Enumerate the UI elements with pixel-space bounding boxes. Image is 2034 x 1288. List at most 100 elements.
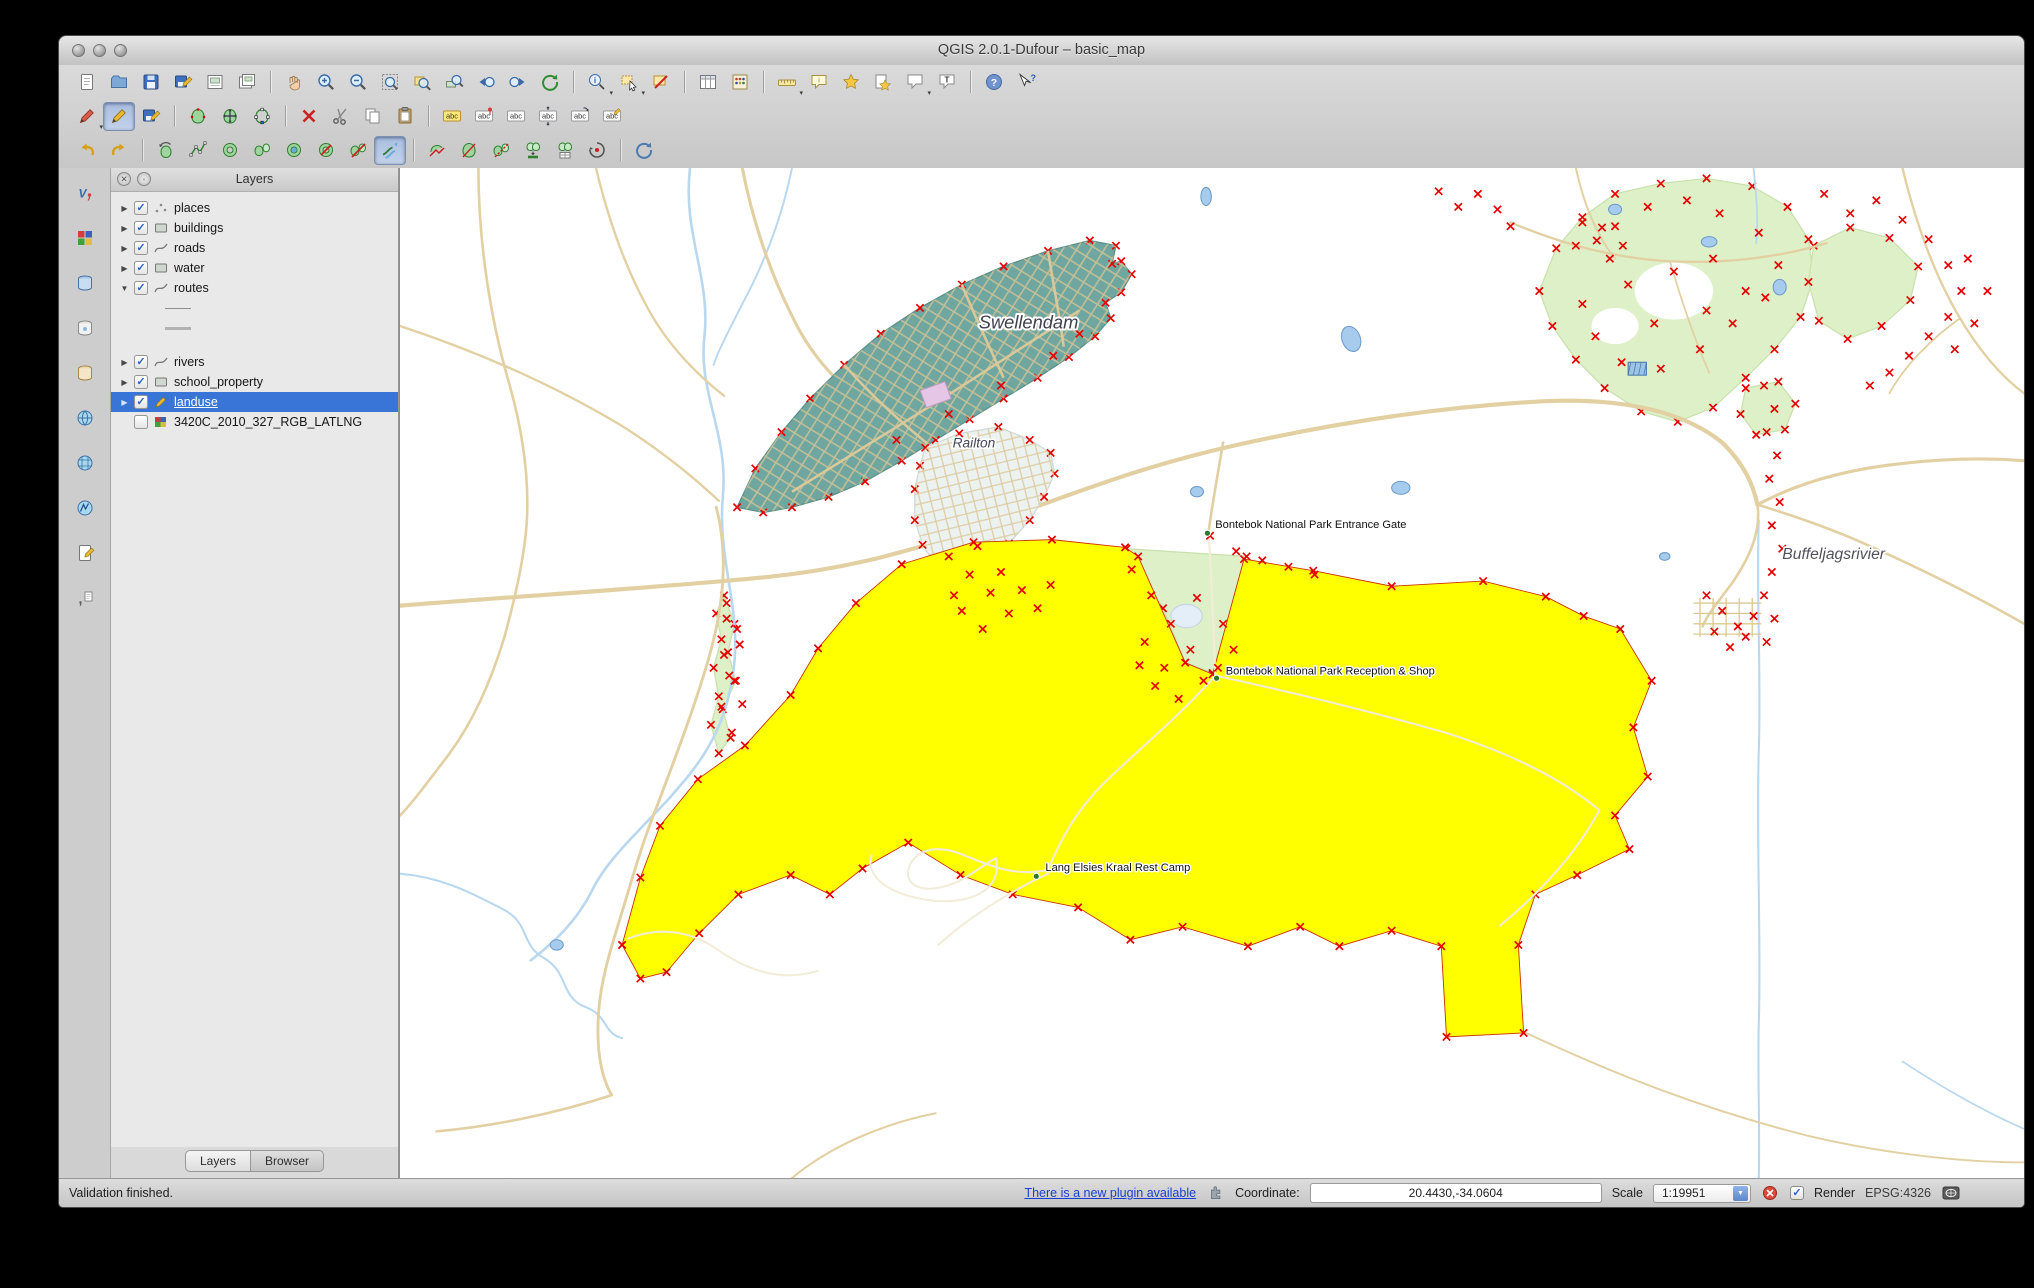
map-tips-button[interactable]: i	[803, 68, 835, 97]
twisty-icon[interactable]: ▶	[119, 398, 130, 407]
layer-checkbox[interactable]: ✓	[134, 395, 148, 409]
zoom-full-button[interactable]	[374, 68, 406, 97]
twisty-icon[interactable]: ▶	[119, 264, 130, 273]
minimize-window-button[interactable]	[93, 44, 106, 57]
measure-button[interactable]: ▾	[771, 68, 803, 97]
plugin-link[interactable]: There is a new plugin available	[1024, 1186, 1196, 1200]
map-svg[interactable]: Swellendam Railton Buffeljagsrivier Bont…	[400, 168, 2024, 1178]
move-feature-button[interactable]	[214, 102, 246, 131]
delete-selected-button[interactable]	[293, 102, 325, 131]
merge-attributes-button[interactable]	[549, 136, 581, 165]
layer-checkbox[interactable]: ✓	[134, 241, 148, 255]
select-features-button[interactable]: ▾	[613, 68, 645, 97]
zoom-to-layer-button[interactable]	[438, 68, 470, 97]
layer-checkbox[interactable]	[134, 415, 148, 429]
twisty-icon[interactable]: ▶	[119, 204, 130, 213]
delete-part-button[interactable]	[342, 136, 374, 165]
layer-checkbox[interactable]: ✓	[134, 375, 148, 389]
layer-item-water[interactable]: ▶ ✓ water	[111, 258, 398, 278]
zoom-last-button[interactable]	[470, 68, 502, 97]
paste-features-button[interactable]	[389, 102, 421, 131]
save-layer-edits-button[interactable]	[135, 102, 167, 131]
delete-ring-button[interactable]	[310, 136, 342, 165]
rotate-feature-button[interactable]	[150, 136, 182, 165]
deselect-features-button[interactable]	[645, 68, 677, 97]
add-vector-layer-button[interactable]: V	[68, 178, 102, 208]
combo-arrow-icon[interactable]: ▼	[1732, 1185, 1748, 1201]
layer-checkbox[interactable]: ✓	[134, 221, 148, 235]
plugin-icon[interactable]	[1206, 1184, 1225, 1203]
layer-checkbox[interactable]: ✓	[134, 261, 148, 275]
pan-map-button[interactable]	[278, 68, 310, 97]
merge-features-button[interactable]	[517, 136, 549, 165]
fill-ring-button[interactable]	[278, 136, 310, 165]
simplify-feature-button[interactable]	[182, 136, 214, 165]
save-project-button[interactable]	[135, 68, 167, 97]
annotation-button[interactable]: ▾	[899, 68, 931, 97]
new-shapefile-layer-button[interactable]	[68, 538, 102, 568]
synchronize-button[interactable]	[628, 136, 660, 165]
show-bookmarks-button[interactable]	[867, 68, 899, 97]
add-part-button[interactable]	[246, 136, 278, 165]
toggle-editing-button[interactable]	[103, 101, 135, 131]
open-attribute-table-button[interactable]	[692, 68, 724, 97]
rotate-point-symbols-button[interactable]	[581, 136, 613, 165]
zoom-in-button[interactable]	[310, 68, 342, 97]
add-ring-button[interactable]	[214, 136, 246, 165]
twisty-icon[interactable]: ▼	[119, 284, 130, 293]
coordinate-input[interactable]	[1309, 1183, 1602, 1203]
twisty-icon[interactable]: ▶	[119, 244, 130, 253]
zoom-to-selection-button[interactable]	[406, 68, 438, 97]
zoom-next-button[interactable]	[502, 68, 534, 97]
zoom-window-button[interactable]	[114, 44, 127, 57]
close-window-button[interactable]	[72, 44, 85, 57]
panel-close-icon[interactable]: ✕	[117, 172, 131, 186]
twisty-icon[interactable]: ▶	[119, 378, 130, 387]
show-hidden-labels-button[interactable]: abc	[500, 102, 532, 131]
copy-features-button[interactable]	[357, 102, 389, 131]
add-wms-layer-button[interactable]	[68, 403, 102, 433]
panel-detach-icon[interactable]: ◦	[137, 172, 151, 186]
twisty-icon[interactable]: ▶	[119, 224, 130, 233]
new-project-button[interactable]	[71, 68, 103, 97]
undo-button[interactable]	[71, 136, 103, 165]
rotate-label-button[interactable]: abc	[564, 102, 596, 131]
help-button[interactable]: ?	[978, 68, 1010, 97]
add-delimited-text-layer-button[interactable]: ,	[68, 583, 102, 613]
add-postgis-layer-button[interactable]	[68, 268, 102, 298]
panel-tab-layers[interactable]: Layers	[184, 1150, 251, 1172]
identify-features-button[interactable]: i ▾	[581, 68, 613, 97]
layer-checkbox[interactable]: ✓	[134, 201, 148, 215]
zoom-out-button[interactable]	[342, 68, 374, 97]
scale-combo[interactable]: 1:19951 ▼	[1652, 1183, 1751, 1203]
offset-curve-button[interactable]	[374, 135, 406, 165]
window-controls[interactable]	[72, 44, 127, 57]
text-annotation-button[interactable]: T	[931, 68, 963, 97]
labeling-button[interactable]: abc	[436, 102, 468, 131]
reshape-features-button[interactable]	[421, 136, 453, 165]
layer-checkbox[interactable]: ✓	[134, 355, 148, 369]
add-mssql-layer-button[interactable]	[68, 358, 102, 388]
panel-tab-browser[interactable]: Browser	[251, 1150, 325, 1172]
add-wfs-layer-button[interactable]	[68, 493, 102, 523]
redo-button[interactable]	[103, 136, 135, 165]
layer-item-places[interactable]: ▶ ✓ places	[111, 198, 398, 218]
pin-labels-button[interactable]: abc	[468, 102, 500, 131]
add-spatialite-layer-button[interactable]	[68, 313, 102, 343]
layer-checkbox[interactable]: ✓	[134, 281, 148, 295]
title-bar[interactable]: QGIS 2.0.1-Dufour – basic_map	[59, 36, 2024, 66]
cut-features-button[interactable]	[325, 102, 357, 131]
layer-item-school_property[interactable]: ▶ ✓ school_property	[111, 372, 398, 392]
twisty-icon[interactable]: ▶	[119, 358, 130, 367]
save-project-as-button[interactable]	[167, 68, 199, 97]
layer-item-rivers[interactable]: ▶ ✓ rivers	[111, 352, 398, 372]
render-checkbox[interactable]: ✓	[1789, 1186, 1804, 1200]
open-project-button[interactable]	[103, 68, 135, 97]
layer-item-3420C_2010_327_RGB_LATLNG[interactable]: 3420C_2010_327_RGB_LATLNG	[111, 412, 398, 432]
whats-this-button[interactable]: ?	[1010, 68, 1042, 97]
split-parts-button[interactable]	[485, 136, 517, 165]
add-wcs-layer-button[interactable]	[68, 448, 102, 478]
layer-item-buildings[interactable]: ▶ ✓ buildings	[111, 218, 398, 238]
crs-status-icon[interactable]	[1941, 1184, 1960, 1203]
split-features-button[interactable]	[453, 136, 485, 165]
